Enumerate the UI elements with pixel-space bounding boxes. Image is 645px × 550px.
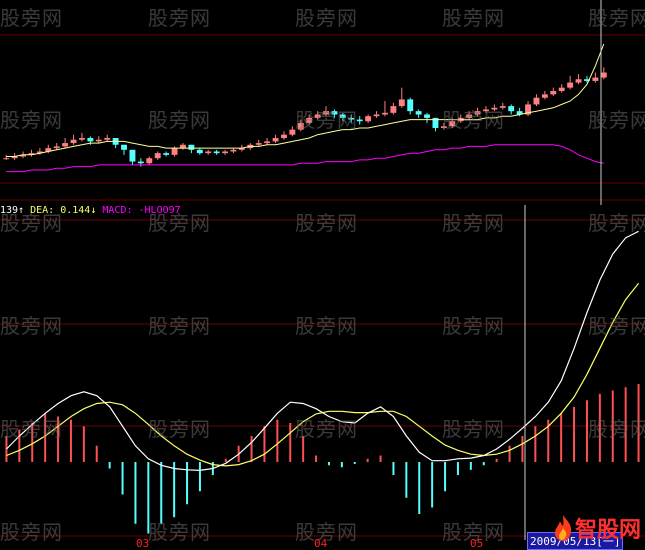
watermark: 股旁网 [588,6,645,30]
watermark: 股旁网 [0,6,63,30]
candle-up [541,94,548,98]
candle-up [146,158,153,164]
candle-down [137,161,144,164]
ma-slow-line [6,144,604,173]
candle-up [281,134,287,139]
watermark: 股旁网 [148,417,211,441]
watermark: 股旁网 [148,6,211,30]
watermark: 股旁网 [442,520,505,544]
watermark: 股旁网 [148,520,211,544]
candle-up [171,148,178,155]
candle-up [365,116,372,122]
candle-up [70,139,77,144]
candle-up [230,149,237,152]
watermark: 股旁网 [442,211,505,235]
candle-up [533,97,540,105]
ma-fast-line [6,43,605,157]
watermark: 股旁网 [442,6,505,30]
candle-up [600,72,607,78]
watermark: 股旁网 [295,6,358,30]
candle-down [213,151,220,154]
candle-down [163,153,170,155]
watermark: 股旁网 [148,314,211,338]
candle-up [382,112,388,115]
candle-up [567,82,574,88]
watermark: 股旁网 [442,314,505,338]
candle-up [154,153,161,159]
candle-up [104,138,111,140]
candle-up [255,143,262,145]
watermark: 股旁网 [295,417,358,441]
watermark: 股旁网 [442,108,505,132]
candle-up [272,138,279,142]
candle-up [575,79,582,83]
candle-down [407,99,414,112]
candle-up [62,143,69,147]
watermark: 股旁网 [0,417,63,441]
candle-up [53,146,60,149]
watermark: 股旁网 [0,314,63,338]
candle-down [415,111,422,115]
candle-down [87,138,94,142]
candle-up [558,87,565,91]
watermark: 股旁网 [588,417,645,441]
watermark: 股旁网 [295,108,358,132]
watermark: 股旁网 [0,211,63,235]
watermark: 股旁网 [295,520,358,544]
watermark: 股旁网 [588,211,645,235]
watermark: 股旁网 [442,417,505,441]
watermark: 股旁网 [148,211,211,235]
logo-text: 智股网 [574,518,641,543]
candle-down [424,114,430,118]
candle-up [390,106,397,113]
candle-down [188,144,195,150]
candle-up [205,151,212,154]
candle-down [129,149,136,162]
stock-chart[interactable] [0,0,645,550]
candle-up [264,141,271,144]
candle-down [121,144,127,150]
candle-up [222,151,228,154]
watermark: 股旁网 [588,314,645,338]
flame-icon [554,515,572,541]
candle-up [592,77,599,81]
site-logo: 智股网 [551,512,641,544]
candle-down [196,149,203,154]
watermark: 股旁网 [0,520,63,544]
watermark: 股旁网 [148,108,211,132]
watermark: 股旁网 [0,108,63,132]
candle-up [373,114,380,117]
candle-up [95,139,102,142]
candle-up [550,91,557,95]
candle-up [398,99,405,107]
watermark: 股旁网 [295,211,358,235]
candle-up [79,138,85,140]
candle-down [508,106,515,112]
watermark: 股旁网 [295,314,358,338]
watermark: 股旁网 [588,108,645,132]
candle-up [3,158,10,160]
